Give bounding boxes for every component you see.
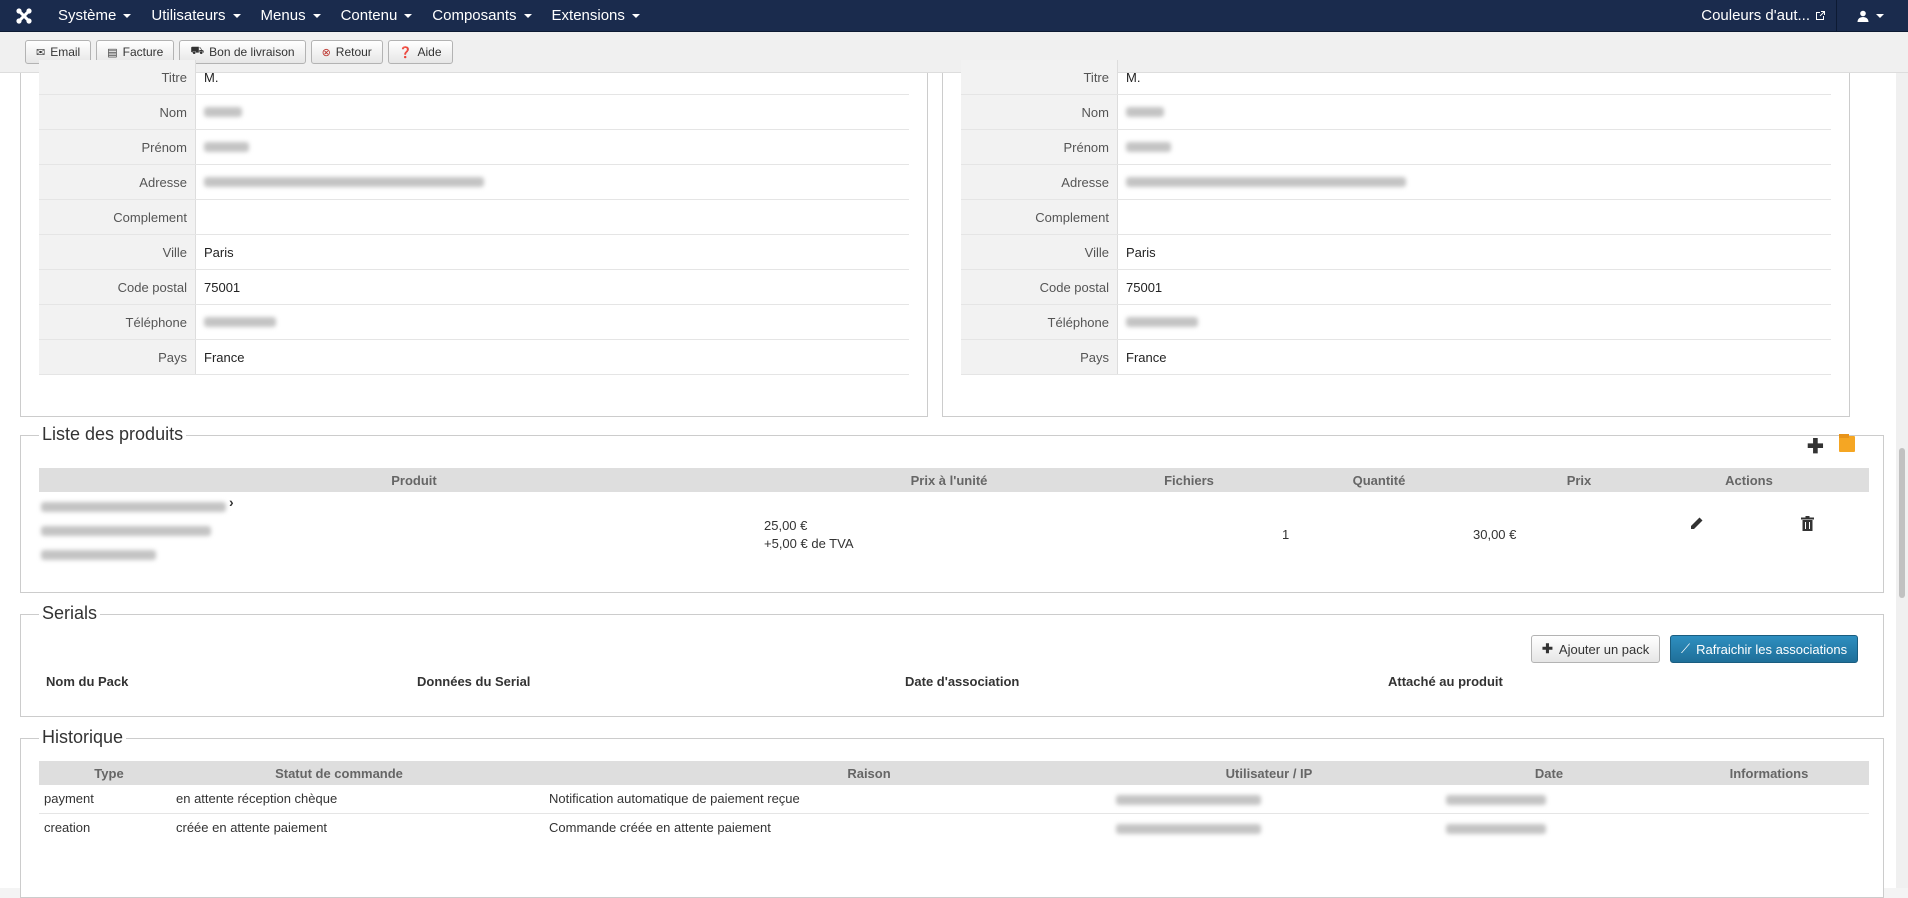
addr-row-titre: Titre M.: [961, 60, 1831, 95]
unit-price: 25,00 €: [764, 518, 808, 533]
history-row: creation créée en attente paiement Comma…: [39, 814, 1869, 843]
external-link-icon: [1816, 11, 1825, 20]
serials-title: Serials: [39, 603, 101, 624]
user-icon: [1857, 10, 1869, 22]
invoice-icon: ▤: [107, 46, 118, 59]
redacted-text: [1126, 177, 1406, 187]
edit-pencil-icon[interactable]: [1689, 516, 1704, 536]
redacted-text: [1446, 824, 1546, 834]
nav-composants[interactable]: Composants: [422, 0, 541, 32]
history-row: payment en attente réception chèque Noti…: [39, 785, 1869, 814]
addr-row-adresse: Adresse: [39, 165, 909, 200]
redacted-text: [1116, 795, 1261, 805]
redacted-text: [204, 142, 249, 152]
caret-down-icon: [312, 13, 321, 18]
refresh-associations-button[interactable]: ⟋ Rafraichir les associations: [1670, 635, 1859, 663]
serial-header-pack: Nom du Pack: [46, 674, 129, 689]
redacted-text: [204, 317, 276, 327]
caret-down-icon: [1876, 13, 1884, 18]
caret-down-icon: [631, 13, 640, 18]
addr-row-nom: Nom: [961, 95, 1831, 130]
truck-icon: ⛟: [190, 45, 205, 57]
joomla-logo-icon[interactable]: [0, 0, 48, 32]
redacted-text: [1116, 824, 1261, 834]
addr-row-telephone: Téléphone: [39, 305, 909, 340]
add-pack-button[interactable]: ✚ Ajouter un pack: [1531, 635, 1661, 663]
product-reference: [41, 548, 156, 563]
addr-row-pays: Pays France: [961, 340, 1831, 375]
products-title: Liste des produits: [39, 424, 187, 445]
serial-header-date: Date d'association: [905, 674, 1020, 689]
envelope-icon: ✉: [36, 46, 46, 59]
caret-down-icon: [523, 13, 532, 18]
chevron-right-icon[interactable]: ›: [229, 494, 234, 510]
history-title: Historique: [39, 727, 127, 748]
serial-header-product: Attaché au produit: [1388, 674, 1503, 689]
unit-tax: +5,00 € de TVA: [764, 536, 854, 551]
addr-row-ville: Ville Paris: [39, 235, 909, 270]
addr-row-prenom: Prénom: [961, 130, 1831, 165]
top-navbar: Système Utilisateurs Menus Contenu Compo…: [0, 0, 1908, 32]
redacted-text: [41, 550, 156, 560]
caret-down-icon: [123, 13, 132, 18]
products-table-header: Produit Prix à l'unité Fichiers Quantité…: [39, 468, 1869, 492]
addr-row-ville: Ville Paris: [961, 235, 1831, 270]
caret-down-icon: [404, 13, 413, 18]
addr-row-code-postal: Code postal 75001: [961, 270, 1831, 305]
folder-icon[interactable]: [1839, 434, 1855, 457]
main-content: Titre M. Nom Prénom Adresse Complement Vi…: [0, 60, 1908, 898]
redacted-text: [1446, 795, 1546, 805]
addr-row-complement: Complement: [961, 200, 1831, 235]
addr-row-prenom: Prénom: [39, 130, 909, 165]
nav-right: Couleurs d'aut...: [1691, 0, 1908, 32]
billing-address-box: Titre M. Nom Prénom Adresse Complement Vi…: [20, 60, 928, 417]
serials-section: Serials ✚ Ajouter un pack ⟋ Rafraichir l…: [20, 603, 1884, 717]
quantity: 1: [1282, 527, 1290, 542]
chart-line-icon: ⟋: [1681, 641, 1691, 656]
serial-header-data: Données du Serial: [417, 674, 531, 689]
addr-row-code-postal: Code postal 75001: [39, 270, 909, 305]
add-product-icon[interactable]: ✚: [1807, 434, 1824, 459]
shipping-address-box: Titre M. Nom Prénom Adresse Complement Vi…: [942, 60, 1850, 417]
redacted-text: [41, 526, 211, 536]
addr-row-telephone: Téléphone: [961, 305, 1831, 340]
addr-row-adresse: Adresse: [961, 165, 1831, 200]
redacted-text: [1126, 107, 1164, 117]
nav-systeme[interactable]: Système: [48, 0, 141, 32]
scrollbar-thumb[interactable]: [1899, 448, 1905, 598]
total-price: 30,00 €: [1473, 527, 1517, 542]
scrollbar[interactable]: [1896, 73, 1908, 888]
history-section: Historique Type Statut de commande Raiso…: [20, 727, 1884, 898]
nav-extensions[interactable]: Extensions: [542, 0, 650, 32]
redacted-text: [1126, 317, 1198, 327]
redacted-text: [204, 107, 242, 117]
products-section: Liste des produits ✚ Produit Prix à l'un…: [20, 424, 1884, 593]
nav-contenu[interactable]: Contenu: [331, 0, 423, 32]
product-option: [41, 524, 211, 539]
addr-row-titre: Titre M.: [39, 60, 909, 95]
help-icon: ❓: [398, 46, 413, 59]
history-table-header: Type Statut de commande Raison Utilisate…: [39, 761, 1869, 785]
redacted-text: [41, 502, 226, 512]
product-name[interactable]: [41, 500, 226, 515]
site-link[interactable]: Couleurs d'aut...: [1691, 0, 1836, 32]
addr-row-complement: Complement: [39, 200, 909, 235]
cancel-icon: ⊗: [321, 46, 331, 59]
caret-down-icon: [232, 13, 241, 18]
nav-utilisateurs[interactable]: Utilisateurs: [141, 0, 250, 32]
redacted-text: [204, 177, 484, 187]
plus-icon: ✚: [1542, 641, 1553, 656]
nav-menus[interactable]: Menus: [251, 0, 331, 32]
redacted-text: [1126, 142, 1171, 152]
trash-icon[interactable]: [1801, 516, 1814, 536]
addr-row-pays: Pays France: [39, 340, 909, 375]
addr-row-nom: Nom: [39, 95, 909, 130]
user-menu[interactable]: [1837, 0, 1908, 32]
